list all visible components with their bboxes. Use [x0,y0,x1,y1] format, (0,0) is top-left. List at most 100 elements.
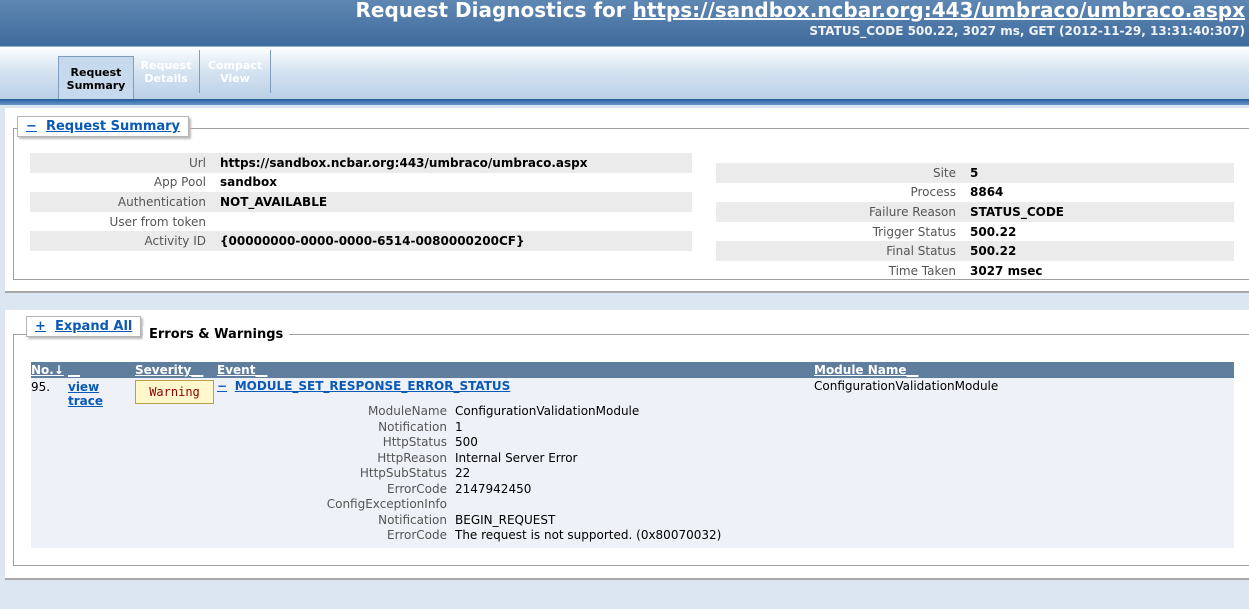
summary-row: Url https://sandbox.ncbar.org:443/umbrac… [30,153,692,173]
field-value: 5 [966,163,1234,183]
field-value: 500.22 [970,224,1017,239]
field-value: STATUS_CODE [966,202,1234,222]
page-title: Request Diagnostics for https://sandbox.… [356,0,1245,22]
detail-value: The request is not supported. (0x8007003… [455,528,722,542]
event-cell: − MODULE_SET_RESPONSE_ERROR_STATUS [217,379,510,393]
table-row: 95. view trace Warning − MODULE_SET_RESP… [31,378,1234,548]
tab-label-line2: Details [144,71,188,85]
column-blank[interactable]: __ [68,363,80,377]
tab-label-line1: Request [140,58,192,72]
errors-warnings-panel: + Expand All Errors & Warnings No.↓ __ S… [5,310,1249,580]
detail-row: ConfigExceptionInfo [31,497,1234,513]
collapse-icon[interactable]: − [26,119,37,134]
tab-label-line1: Compact [207,58,263,72]
field-value: 8864 [970,185,1004,200]
expand-all-legend[interactable]: + Expand All [26,316,142,337]
detail-value: 22 [455,466,471,480]
severity-badge: Warning [135,380,214,404]
page-header: Request Diagnostics for https://sandbox.… [0,0,1249,46]
field-label: Authentication [30,192,216,212]
field-label: Failure Reason [716,202,966,222]
title-prefix: Request Diagnostics for [355,0,626,22]
summary-row: Time Taken 3027 msec [716,261,1234,281]
detail-row: HttpReason Internal Server Error [31,451,1234,467]
summary-row: Site 5 [716,163,1234,183]
field-label: Process [910,185,956,200]
column-module-name[interactable]: Module Name__ [814,363,919,377]
request-summary-panel: − Request Summary Url https://sandbox.nc… [5,108,1249,293]
field-label: Site [716,163,966,183]
detail-value: 1 [455,419,463,434]
detail-value: 500 [455,435,478,449]
tab-label-line1: Request [70,65,122,79]
field-label: Final Status [716,241,966,261]
tab-bar: Request Summary Request Details Compact … [0,46,1249,101]
field-label: Time Taken [888,263,956,278]
detail-value: BEGIN_REQUEST [455,512,556,527]
detail-row: ModuleName ConfigurationValidationModule [31,404,1234,420]
field-label: Activity ID [30,231,216,251]
summary-right-table: Site 5 Process 8864 Failure Reason STATU… [716,163,1234,281]
section-title: Errors & Warnings [143,327,290,342]
detail-row: ErrorCode The request is not supported. … [31,528,1234,544]
summary-row: Activity ID {00000000-0000-0000-6514-008… [30,231,692,251]
field-value: https://sandbox.ncbar.org:443/umbraco/um… [216,153,692,173]
detail-key: ModuleName [367,404,447,418]
tab-request-summary[interactable]: Request Summary [58,56,134,100]
detail-value: ConfigurationValidationModule [455,404,640,418]
summary-row: Failure Reason STATUS_CODE [716,202,1234,222]
detail-key: ConfigExceptionInfo [326,497,447,511]
tab-label-line2: View [220,71,250,85]
status-line: STATUS_CODE 500.22, 3027 ms, GET (2012-1… [809,24,1245,38]
detail-row: Notification BEGIN_REQUEST [31,513,1234,529]
collapse-event-icon[interactable]: − [217,379,227,393]
detail-key: Notification [378,512,447,527]
module-name: ConfigurationValidationModule [814,379,999,393]
summary-row: Trigger Status 500.22 [716,222,1234,242]
field-value: sandbox [220,175,277,190]
row-number: 95. [31,380,51,394]
summary-row: Authentication NOT_AVAILABLE [30,192,692,212]
detail-key: HttpReason [377,450,447,465]
detail-row: ErrorCode 2147942450 [31,482,1234,498]
field-value [216,212,692,232]
detail-row: HttpSubStatus 22 [31,466,1234,482]
summary-legend[interactable]: − Request Summary [17,116,190,137]
expand-all-link[interactable]: Expand All [55,319,132,334]
tab-request-details[interactable]: Request Details [133,50,200,93]
request-summary-link[interactable]: Request Summary [46,119,180,134]
detail-row: HttpStatus 500 [31,435,1234,451]
field-label: Trigger Status [872,224,956,239]
view-label: view [68,380,100,394]
summary-row: Final Status 500.22 [716,241,1234,261]
detail-key: Notification [378,419,447,434]
field-value: {00000000-0000-0000-6514-0080000200CF} [216,231,692,251]
tab-bar-divider [0,99,1249,105]
field-label: Url [30,153,216,173]
field-value: NOT_AVAILABLE [216,192,692,212]
field-label: User from token [109,214,206,229]
detail-key: HttpStatus [382,435,447,449]
column-event[interactable]: Event__ [217,363,267,377]
summary-row: User from token [30,212,692,232]
detail-row: Notification 1 [31,420,1234,436]
column-no[interactable]: No.↓ [31,363,64,377]
field-value: 3027 msec [970,263,1043,278]
request-url-link[interactable]: https://sandbox.ncbar.org:443/umbraco/um… [633,0,1245,22]
detail-key: ErrorCode [387,481,447,496]
summary-left-table: Url https://sandbox.ncbar.org:443/umbrac… [30,153,692,251]
column-severity[interactable]: Severity__ [135,363,203,377]
detail-key: ErrorCode [387,528,447,542]
detail-key: HttpSubStatus [359,466,447,480]
grid-header: No.↓ __ Severity__ Event__ Module Name__ [31,362,1234,378]
field-value: 500.22 [966,241,1234,261]
summary-row: Process 8864 [716,183,1234,203]
event-name-link[interactable]: MODULE_SET_RESPONSE_ERROR_STATUS [235,379,511,393]
detail-value: Internal Server Error [455,450,578,465]
field-label: App Pool [153,175,206,190]
detail-value: 2147942450 [455,481,532,496]
summary-row: App Pool sandbox [30,173,692,193]
expand-icon[interactable]: + [35,319,46,334]
tab-label-line2: Summary [66,78,126,92]
tab-compact-view[interactable]: Compact View [200,50,271,93]
